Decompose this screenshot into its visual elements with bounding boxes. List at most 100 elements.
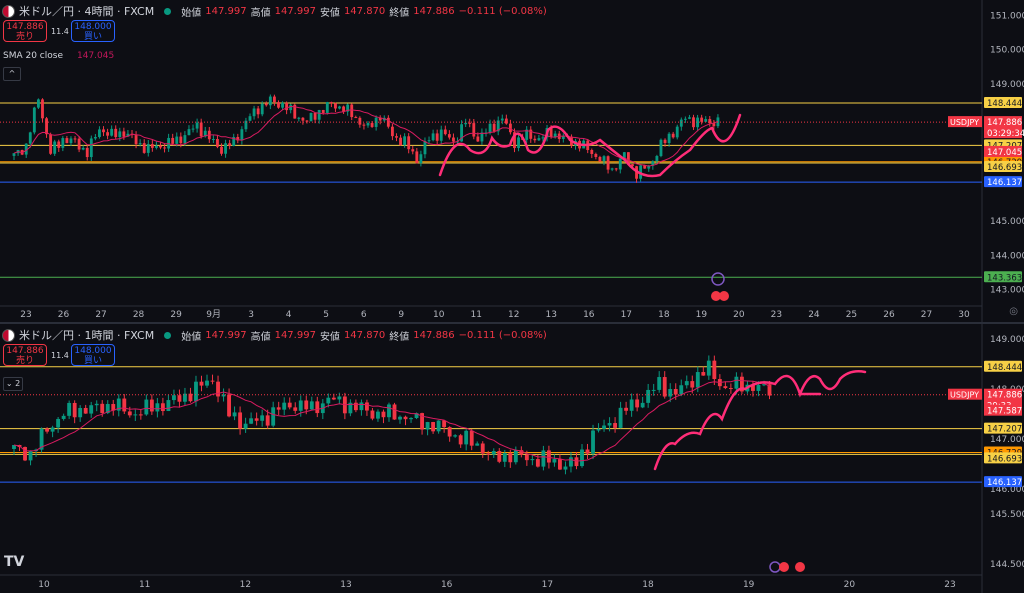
high-label: 高値	[250, 331, 271, 343]
candle-body	[613, 423, 618, 428]
candle-body	[657, 377, 662, 390]
candle-body	[407, 136, 411, 150]
buy-button[interactable]: 148.000 買い	[71, 344, 115, 366]
symbol-title[interactable]: 米ドル／円 · 4時間 · FXCM	[19, 3, 154, 19]
candle-body	[679, 385, 684, 395]
candle-body	[56, 418, 61, 428]
x-tick-label: 9	[398, 310, 404, 320]
change-value: −0.111 (−0.08%)	[458, 329, 547, 341]
symbol-title[interactable]: 米ドル／円 · 1時間 · FXCM	[19, 327, 154, 343]
candle-body	[594, 153, 598, 157]
candle-body	[618, 407, 623, 428]
candle-body	[106, 132, 110, 136]
candle-body	[535, 459, 540, 467]
candle-body	[635, 399, 640, 408]
symbol-header: 米ドル／円 · 4時間 · FXCM 始値 147.997 高値 147.997 安…	[2, 3, 547, 19]
candle-body	[228, 143, 232, 146]
chart-panel-4h[interactable]: 23 26 27 28 29 9月 3 4 5 6 9 10 11 12 13 16 17 18 19 20 23 24 2…	[0, 0, 1024, 323]
candle-body	[712, 360, 717, 380]
candle-body	[238, 412, 243, 429]
candle-body	[756, 384, 761, 391]
candle-body	[387, 404, 391, 418]
candle-body	[350, 104, 354, 118]
candle-body	[61, 138, 65, 148]
candle-body	[486, 453, 491, 455]
candle-body	[138, 143, 142, 145]
candle-body	[427, 140, 431, 142]
candle-body	[728, 388, 733, 390]
candle-body	[439, 129, 443, 141]
candle-body	[256, 108, 260, 115]
x-tick-label: 26	[883, 310, 895, 320]
candle-body	[392, 404, 397, 420]
sma-legend[interactable]: SMA 20 close 147.045	[3, 51, 114, 61]
x-tick-label: 9月	[206, 309, 221, 320]
x-tick-label: 4	[286, 310, 292, 320]
candle-body	[232, 412, 237, 417]
candle-body	[326, 397, 331, 404]
candle-body	[211, 139, 215, 141]
gear-icon[interactable]: ◎	[1009, 306, 1018, 317]
candle-body	[325, 102, 329, 113]
candle-body	[260, 103, 264, 115]
candle-body	[673, 389, 678, 395]
sma-price-tag-text: 147.045	[987, 148, 1022, 158]
sell-button[interactable]: 147.886 売り	[3, 20, 47, 42]
level-price-label: 146.693	[987, 163, 1022, 173]
y-tick-label: 150.000	[990, 46, 1024, 56]
candle-body	[67, 402, 72, 416]
candle-body	[144, 399, 149, 415]
candle-body	[146, 144, 150, 153]
candle-body	[370, 410, 375, 419]
x-tick-label: 12	[240, 580, 251, 590]
candle-body	[452, 137, 455, 142]
candle-body	[447, 427, 452, 437]
candle-body	[227, 394, 231, 417]
candle-body	[28, 132, 32, 144]
current-price-tag-text: 147.886	[987, 118, 1022, 128]
x-tick-label: 13	[546, 310, 557, 320]
candle-body	[287, 402, 292, 408]
x-tick-label: 23	[771, 310, 782, 320]
candle-body	[305, 120, 309, 122]
candle-body	[354, 117, 358, 119]
candle-body	[317, 109, 321, 120]
candle-body	[591, 430, 595, 454]
sma-value: 147.045	[77, 51, 115, 61]
candle-body	[618, 158, 622, 170]
candle-body	[464, 430, 469, 445]
level-price-label: 146.693	[987, 454, 1022, 464]
candle-body	[546, 450, 551, 463]
candle-body	[285, 102, 289, 111]
candle-body	[243, 423, 248, 429]
symbol-price-tag-text: USDJPY	[950, 391, 979, 400]
y-tick-label: 149.000	[990, 80, 1024, 90]
candle-body	[83, 407, 88, 414]
x-tick-label: 16	[583, 310, 595, 320]
usd-flag-icon	[2, 4, 15, 18]
chart-canvas-4h[interactable]: 23 26 27 28 29 9月 3 4 5 6 9 10 11 12 13 16 17 18 19 20 23 24 2…	[0, 0, 1024, 323]
chart-panel-1h[interactable]: 10111213161718192023149.000148.000147.00…	[0, 324, 1024, 593]
chart-canvas-1h[interactable]: 10111213161718192023149.000148.000147.00…	[0, 324, 1024, 593]
candle-body	[309, 401, 314, 410]
candle-body	[480, 443, 485, 454]
sell-button[interactable]: 147.886 売り	[3, 344, 47, 366]
candle-body	[45, 118, 48, 135]
candle-body	[102, 129, 105, 133]
symbol-price-tag-text: USDJPY	[950, 118, 979, 127]
expand-indicators-button[interactable]: ⌄ 2	[3, 377, 23, 391]
candle-body	[264, 103, 268, 106]
candle-body	[436, 420, 441, 432]
candle-body	[425, 422, 430, 430]
x-tick-label: 11	[471, 310, 482, 320]
buy-button[interactable]: 148.000 買い	[71, 20, 115, 42]
candle-body	[362, 124, 366, 126]
candle-body	[398, 416, 402, 420]
x-tick-label: 27	[921, 310, 932, 320]
candle-body	[447, 134, 451, 138]
y-tick-label: 145.500	[990, 510, 1024, 520]
collapse-indicators-button[interactable]: ^	[3, 67, 21, 81]
level-price-label: 146.137	[987, 178, 1022, 188]
candle-body	[458, 435, 463, 445]
candle-body	[602, 425, 606, 429]
